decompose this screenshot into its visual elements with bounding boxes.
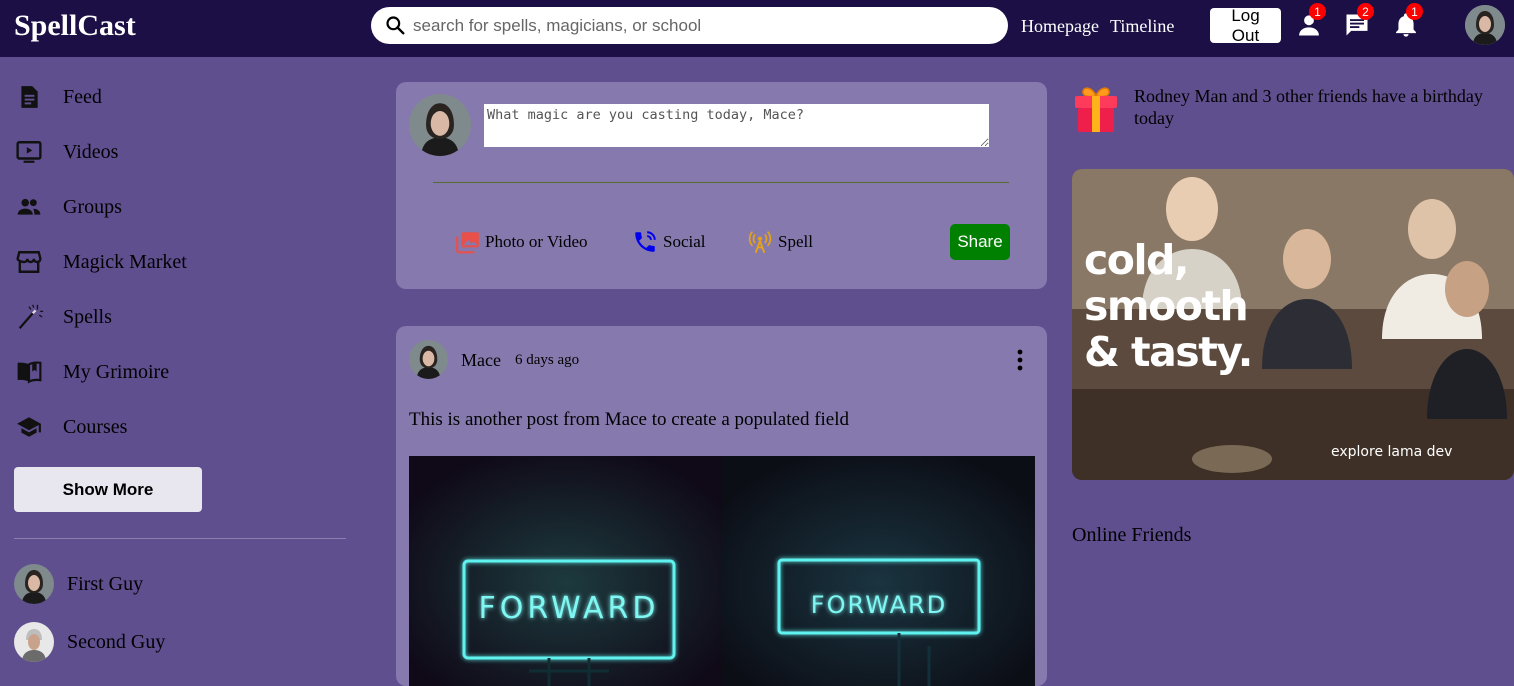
friend-item[interactable]: First Guy — [14, 564, 143, 604]
post-card: Mace 6 days ago This is another post fro… — [396, 326, 1047, 686]
avatar[interactable] — [409, 340, 448, 379]
post-date: 6 days ago — [515, 352, 580, 368]
social-option[interactable]: Social — [631, 228, 706, 256]
sidebar-item-label: Videos — [63, 140, 119, 163]
sidebar-item-magick-market[interactable]: Magick Market — [14, 244, 187, 280]
ad-headline: cold, smooth & tasty. — [1084, 236, 1253, 376]
photo-library-icon — [453, 228, 485, 256]
gift-icon — [1073, 82, 1119, 134]
sidebar-item-feed[interactable]: Feed — [14, 79, 102, 115]
profile-avatar[interactable] — [1465, 5, 1505, 45]
magic-wand-icon — [14, 302, 44, 332]
post-username[interactable]: Mace — [461, 350, 501, 371]
search-input[interactable] — [411, 13, 991, 38]
avatar — [14, 564, 54, 604]
sidebar-item-spells[interactable]: Spells — [14, 299, 112, 335]
feed-icon — [14, 82, 44, 112]
avatar-image — [1465, 5, 1505, 45]
groups-icon — [14, 192, 44, 222]
spell-option[interactable]: Spell — [746, 228, 813, 256]
sidebar-item-groups[interactable]: Groups — [14, 189, 122, 225]
sidebar-item-label: Groups — [63, 195, 122, 218]
sidebar-item-label: My Grimoire — [63, 360, 170, 383]
show-more-button[interactable]: Show More — [14, 467, 202, 512]
option-label: Spell — [778, 232, 813, 251]
phone-call-icon — [631, 228, 663, 256]
store-icon — [14, 247, 44, 277]
friend-requests-button[interactable]: 1 — [1295, 3, 1326, 40]
neon-sign-text-left: FORWARD — [479, 591, 660, 626]
friend-requests-badge: 1 — [1309, 3, 1326, 20]
share-button[interactable]: Share — [950, 224, 1010, 260]
friend-name: First Guy — [67, 572, 144, 595]
search-icon — [386, 16, 405, 35]
share-divider — [433, 182, 1009, 183]
timeline-link[interactable]: Timeline — [1110, 16, 1174, 37]
topbar: SpellCast Homepage Timeline Log Out 1 2 … — [0, 0, 1514, 57]
logout-button[interactable]: Log Out — [1210, 6, 1281, 45]
sidebar-item-label: Feed — [63, 85, 102, 108]
sidebar-item-videos[interactable]: Videos — [14, 134, 118, 170]
notifications-badge: 1 — [1406, 3, 1423, 20]
sidebar-divider — [14, 538, 346, 539]
avatar — [409, 94, 471, 156]
book-icon — [14, 357, 44, 387]
sidebar-item-label: Magick Market — [63, 250, 187, 273]
post-input[interactable] — [484, 104, 989, 147]
messages-button[interactable]: 2 — [1343, 3, 1374, 40]
neon-sign-text-right: FORWARD — [811, 591, 947, 619]
homepage-link[interactable]: Homepage — [1021, 16, 1099, 37]
online-friends-title: Online Friends — [1072, 524, 1192, 546]
friend-item[interactable]: Second Guy — [14, 622, 165, 662]
notifications-button[interactable]: 1 — [1392, 3, 1423, 40]
school-icon — [14, 412, 44, 442]
ad-caption: explore lama dev — [1331, 444, 1453, 460]
sidebar-item-label: Courses — [63, 415, 128, 438]
video-icon — [14, 137, 44, 167]
option-label: Social — [663, 232, 706, 251]
post-text: This is another post from Mace to create… — [409, 409, 850, 430]
advertisement[interactable]: cold, smooth & tasty. explore lama dev — [1072, 169, 1514, 480]
post-image[interactable]: FORWARD FORWARD — [409, 456, 1035, 686]
app-logo[interactable]: SpellCast — [14, 9, 136, 43]
photo-video-option[interactable]: Photo or Video — [453, 228, 588, 256]
messages-badge: 2 — [1357, 3, 1374, 20]
sidebar-item-courses[interactable]: Courses — [14, 409, 127, 445]
friend-name: Second Guy — [67, 630, 166, 653]
sidebar-item-label: Spells — [63, 305, 112, 328]
search-bar — [371, 7, 1008, 44]
avatar — [14, 622, 54, 662]
broadcast-icon — [746, 228, 778, 256]
more-vert-icon[interactable] — [1008, 347, 1032, 373]
option-label: Photo or Video — [485, 232, 588, 251]
birthday-notice: Rodney Man and 3 other friends have a bi… — [1134, 86, 1483, 128]
sidebar-item-my-grimoire[interactable]: My Grimoire — [14, 354, 169, 390]
share-box: Photo or Video Social Spell Share — [396, 82, 1047, 289]
